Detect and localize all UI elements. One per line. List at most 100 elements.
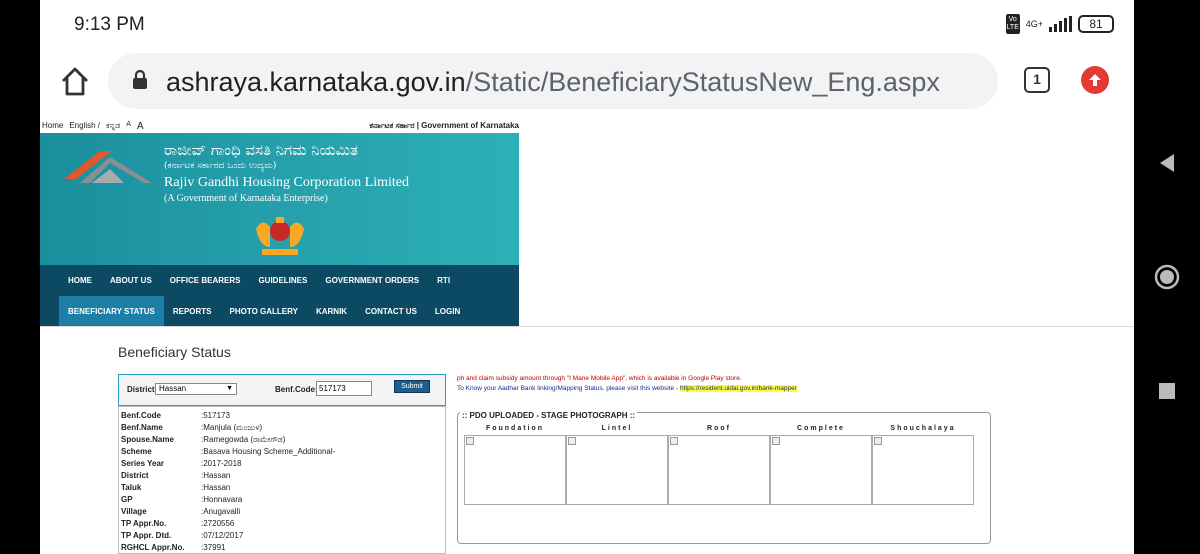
photo-foundation[interactable] — [464, 435, 566, 505]
signal-icon — [1049, 16, 1072, 32]
detail-key: Scheme — [121, 447, 152, 456]
tab-switcher-button[interactable]: 1 — [1024, 67, 1050, 93]
detail-key: Benf.Name — [121, 423, 163, 432]
detail-value: :Ramegowda (ರಾಮೇಗೌಡ) — [201, 435, 286, 444]
menu-photo-gallery[interactable]: PHOTO GALLERY — [221, 296, 307, 327]
detail-value: :07/12/2017 — [201, 531, 244, 540]
detail-value: :517173 — [201, 411, 230, 420]
browser-toolbar: ashraya.karnataka.gov.in/Static/Benefici… — [40, 50, 1134, 120]
chevron-down-icon: ▼ — [226, 385, 233, 392]
url-host: ashraya.karnataka.gov.in — [166, 67, 466, 97]
back-icon[interactable] — [1134, 148, 1200, 178]
district-value: Hassan — [159, 384, 187, 393]
stage-label-foundation: Foundation — [485, 425, 545, 432]
banner-title-english: Rajiv Gandhi Housing Corporation Limited — [164, 175, 409, 190]
topbar-kannada-link[interactable]: ಕನ್ನಡ — [106, 121, 120, 132]
left-edge — [0, 0, 40, 554]
banner-title-kannada: ರಾಜೀವ್ ಗಾಂಧಿ ವಸತಿ ನಿಗಮ ನಿಯಮಿತ — [164, 141, 358, 159]
recent-apps-icon[interactable] — [1134, 376, 1200, 406]
menu-login[interactable]: LOGIN — [426, 296, 469, 327]
detail-value: :2017-2018 — [201, 459, 242, 468]
notice-text: ph and claim subsidy amount through "I M… — [457, 374, 917, 394]
aadhar-notice: To Know your Aadhar Bank linking/Mapping… — [457, 384, 917, 394]
broken-image-icon — [772, 437, 780, 445]
banner-subtitle-kannada: (ಕರ್ನಾಟಕ ಸರ್ಕಾರದ ಒಂದು ಉದ್ಯಮ) — [164, 161, 277, 171]
menu-beneficiary-status[interactable]: BENEFICIARY STATUS — [59, 296, 164, 327]
update-icon[interactable] — [1081, 66, 1109, 94]
topbar-home-link[interactable]: Home — [42, 121, 63, 132]
detail-value: :Hassan — [201, 471, 231, 480]
benf-code-input[interactable]: 517173 — [316, 381, 372, 396]
menu-rti[interactable]: RTI — [428, 265, 459, 296]
network-type: 4G+ — [1025, 18, 1043, 29]
font-small-button[interactable]: A — [126, 121, 131, 132]
menu-home[interactable]: HOME — [59, 265, 101, 296]
stage-label-lintel: Lintel — [601, 425, 633, 432]
broken-image-icon — [670, 437, 678, 445]
url-text: ashraya.karnataka.gov.in/Static/Benefici… — [166, 67, 940, 98]
menu-office-bearers[interactable]: OFFICE BEARERS — [161, 265, 250, 296]
detail-value: :Honnavara — [201, 495, 243, 504]
battery-level: 81 — [1089, 17, 1103, 31]
stage-label-shouchalaya: Shouchalaya — [890, 425, 956, 432]
menu-government-orders[interactable]: GOVERNMENT ORDERS — [316, 265, 428, 296]
clock: 9:13 PM — [74, 14, 145, 35]
page-title: Beneficiary Status — [118, 344, 231, 360]
photo-lintel[interactable] — [566, 435, 668, 505]
detail-key: RGHCL Appr.No. — [121, 543, 185, 552]
menu-contact-us[interactable]: CONTACT US — [356, 296, 426, 327]
stage-photos — [464, 435, 974, 505]
broken-image-icon — [466, 437, 474, 445]
url-path: /Static/BeneficiaryStatusNew_Eng.aspx — [465, 67, 940, 97]
detail-value: :Manjula (ಮಂಜುಳ) — [201, 423, 263, 432]
menu-about-us[interactable]: ABOUT US — [101, 265, 161, 296]
banner-subtitle-english: (A Government of Karnataka Enterprise) — [164, 193, 328, 204]
status-icons: Vo LTE 4G+ 81 — [1005, 14, 1114, 34]
detail-key: GP — [121, 495, 133, 504]
beneficiary-details: Benf.Code :517173 Benf.Name :Manjula (ಮಂಜು… — [118, 406, 446, 554]
detail-key: Series Year — [121, 459, 165, 468]
menu-karnik[interactable]: KARNIK — [307, 296, 356, 327]
detail-value: :Hassan — [201, 483, 231, 492]
photo-panel-heading: :: PDO UPLOADED - STAGE PHOTOGRAPH :: — [460, 411, 638, 420]
menu-row-2: BENEFICIARY STATUS REPORTS PHOTO GALLERY… — [59, 296, 469, 327]
battery-icon: 81 — [1078, 15, 1114, 33]
benf-code-label: Benf.Code: — [275, 385, 318, 394]
detail-key: Spouse.Name — [121, 435, 174, 444]
aadhar-notice-text: To Know your Aadhar Bank linking/Mapping… — [457, 385, 680, 392]
menu-row-1: HOME ABOUT US OFFICE BEARERS GUIDELINES … — [59, 265, 459, 296]
mobile-app-notice: ph and claim subsidy amount through "I M… — [457, 375, 742, 382]
address-bar[interactable]: ashraya.karnataka.gov.in/Static/Benefici… — [108, 53, 998, 109]
photo-complete[interactable] — [770, 435, 872, 505]
nav-home-icon[interactable] — [1134, 260, 1200, 294]
site-topbar: Home English / ಕನ್ನಡ A A ಕರ್ನಾಟಕ ಸರ್ಕಾರ … — [40, 120, 519, 133]
detail-key: District — [121, 471, 149, 480]
site-banner: ರಾಜೀವ್ ಗಾಂಧಿ ವಸತಿ ನಿಗಮ ನಿಯಮಿತ (ಕರ್ನಾಟಕ ಸ… — [40, 133, 519, 265]
menu-reports[interactable]: REPORTS — [164, 296, 221, 327]
status-bar: 9:13 PM Vo LTE 4G+ 81 — [40, 0, 1134, 50]
topbar-english-link[interactable]: English / — [69, 121, 100, 132]
home-icon[interactable] — [58, 64, 92, 98]
detail-value: :2720556 — [201, 519, 235, 528]
photo-shouchalaya[interactable] — [872, 435, 974, 505]
volte-icon: Vo LTE — [1005, 14, 1020, 34]
stage-label-roof: Roof — [707, 425, 731, 432]
stage-label-complete: Complete — [797, 425, 845, 432]
detail-value: :Basava Housing Scheme_Additional- — [201, 447, 336, 456]
rghcl-logo — [62, 143, 158, 196]
detail-key: Benf.Code — [121, 411, 161, 420]
submit-button[interactable]: Submit — [394, 380, 430, 393]
web-page: Home English / ಕನ್ನಡ A A ಕರ್ನಾಟಕ ಸರ್ಕಾರ … — [40, 120, 1134, 554]
stage-labels: Foundation Lintel Roof Complete Shouchal… — [464, 425, 974, 432]
stage-photo-panel: :: PDO UPLOADED - STAGE PHOTOGRAPH :: Fo… — [457, 411, 991, 544]
bank-mapper-link[interactable]: https://resident.uidai.gov.in/bank-mappe… — [679, 385, 797, 392]
detail-key: TP Appr.No. — [121, 519, 167, 528]
detail-key: Village — [121, 507, 147, 516]
district-select[interactable]: Hassan ▼ — [155, 383, 237, 395]
font-large-button[interactable]: A — [137, 121, 144, 132]
detail-key: Taluk — [121, 483, 142, 492]
gov-label: ಕರ್ನಾಟಕ ಸರ್ಕಾರ | Government of Karnataka — [369, 121, 519, 130]
photo-roof[interactable] — [668, 435, 770, 505]
broken-image-icon — [568, 437, 576, 445]
menu-guidelines[interactable]: GUIDELINES — [249, 265, 316, 296]
